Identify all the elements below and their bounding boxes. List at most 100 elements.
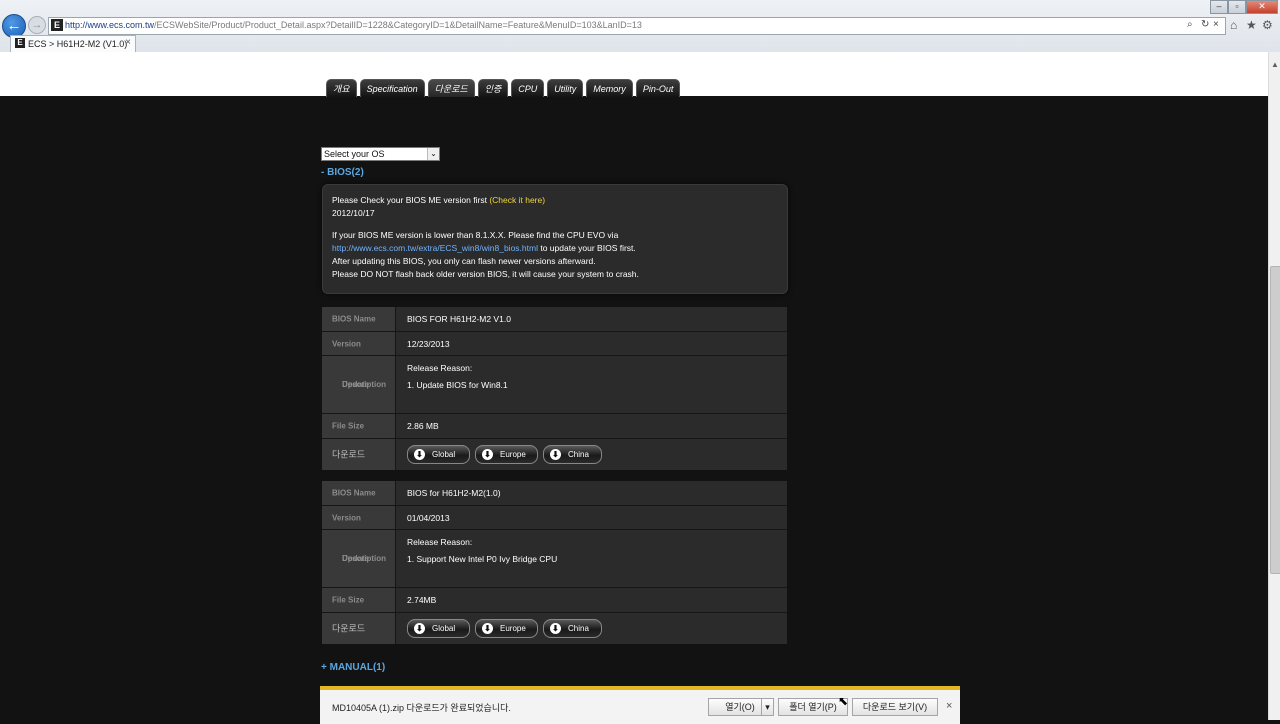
- file-size-label: File Size: [322, 588, 395, 612]
- update-description-label: Update Description: [322, 356, 395, 413]
- search-icon[interactable]: ⌕: [1187, 19, 1193, 30]
- file-size-value: 2.86 MB: [396, 414, 787, 438]
- download-arrow-icon: ⬇: [482, 449, 493, 460]
- download-notification-bar: MD10405A (1).zip 다운로드가 완료되었습니다. 열기(O) ▾ …: [320, 686, 960, 724]
- tab-memory[interactable]: Memory: [586, 79, 633, 97]
- notice-line-1: Please Check your BIOS ME version first …: [332, 195, 545, 205]
- scroll-up-arrow-icon[interactable]: ▲: [1271, 60, 1279, 69]
- download-buttons: ⬇ Global ⬇ Europe ⬇ China: [396, 613, 787, 644]
- tab-certification[interactable]: 인증: [477, 79, 509, 97]
- mouse-cursor-icon: ⬉: [838, 694, 849, 708]
- tab-title: ECS > H61H2-M2 (V1.0): [28, 39, 128, 49]
- bios-entry-2: BIOS Name BIOS for H61H2-M2(1.0) Version…: [322, 481, 787, 644]
- tab-download[interactable]: 다운로드: [427, 79, 475, 97]
- win8-bios-link[interactable]: http://www.ecs.com.tw/extra/ECS_win8/win…: [332, 243, 538, 253]
- bios-name-label: BIOS Name: [322, 307, 395, 331]
- download-china-button[interactable]: ⬇ China: [543, 445, 602, 464]
- bios-row-name: BIOS Name BIOS for H61H2-M2(1.0): [322, 481, 787, 505]
- description-value: Release Reason: 1. Update BIOS for Win8.…: [396, 356, 787, 413]
- site-favicon-icon: E: [51, 19, 63, 31]
- tab-specification[interactable]: Specification: [359, 79, 425, 97]
- view-downloads-button[interactable]: 다운로드 보기(V): [852, 698, 938, 716]
- download-europe-button[interactable]: ⬇ Europe: [475, 445, 538, 464]
- chevron-down-icon: ⌄: [427, 148, 439, 160]
- browser-tab[interactable]: E ECS > H61H2-M2 (V1.0) ×: [10, 35, 136, 52]
- scrollbar-thumb[interactable]: [1270, 266, 1280, 574]
- address-bar[interactable]: E http://www.ecs.com.tw/ECSWebSite/Produ…: [48, 17, 1226, 35]
- tab-utility[interactable]: Utility: [547, 79, 584, 97]
- download-arrow-icon: ⬇: [414, 449, 425, 460]
- tab-favicon-icon: E: [15, 38, 25, 48]
- download-arrow-icon: ⬇: [550, 623, 561, 634]
- description-value: Release Reason: 1. Support New Intel P0 …: [396, 530, 787, 587]
- tab-overview[interactable]: 개요: [326, 79, 357, 97]
- bios-row-file-size: File Size 2.86 MB: [322, 414, 787, 438]
- download-label: 다운로드: [322, 439, 395, 470]
- product-nav-tabs: 개요 Specification 다운로드 인증 CPU Utility Mem…: [326, 79, 681, 97]
- bios-row-name: BIOS Name BIOS FOR H61H2-M2 V1.0: [322, 307, 787, 331]
- download-china-button[interactable]: ⬇ China: [543, 619, 602, 638]
- manual-section-toggle[interactable]: + MANUAL(1): [321, 662, 385, 673]
- download-global-button[interactable]: ⬇ Global: [407, 619, 470, 638]
- bios-notice-box: Please Check your BIOS ME version first …: [322, 184, 788, 294]
- stop-icon[interactable]: ×: [1213, 19, 1219, 30]
- notice-line-6: Please DO NOT flash back older version B…: [332, 269, 639, 279]
- bios-row-version: Version 12/23/2013: [322, 332, 787, 355]
- window-close-button[interactable]: ✕: [1246, 0, 1278, 14]
- notice-line-4-suffix: to update your BIOS first.: [540, 243, 636, 253]
- bios-entry-1: BIOS Name BIOS FOR H61H2-M2 V1.0 Version…: [322, 307, 787, 470]
- download-europe-button[interactable]: ⬇ Europe: [475, 619, 538, 638]
- release-reason-label: Release Reason:: [407, 537, 473, 547]
- version-value: 01/04/2013: [396, 506, 787, 529]
- tab-close-icon[interactable]: ×: [125, 37, 131, 48]
- version-value: 12/23/2013: [396, 332, 787, 355]
- download-label: 다운로드: [322, 613, 395, 644]
- bios-row-description: Update Description Release Reason: 1. Upd…: [322, 356, 787, 413]
- tab-pin-out[interactable]: Pin-Out: [635, 79, 681, 97]
- vertical-scrollbar[interactable]: ▲: [1268, 52, 1280, 720]
- download-global-button[interactable]: ⬇ Global: [407, 445, 470, 464]
- os-select-dropdown[interactable]: Select your OS ⌄: [321, 147, 440, 161]
- notice-check-text: Please Check your BIOS ME version first: [332, 195, 487, 205]
- download-arrow-icon: ⬇: [414, 623, 425, 634]
- url-text[interactable]: http://www.ecs.com.tw/ECSWebSite/Product…: [65, 20, 642, 30]
- release-reason-label: Release Reason:: [407, 363, 473, 373]
- bios-name-label: BIOS Name: [322, 481, 395, 505]
- home-icon[interactable]: ⌂: [1230, 18, 1237, 32]
- version-label: Version: [322, 506, 395, 529]
- bios-name-value: BIOS for H61H2-M2(1.0): [396, 481, 787, 505]
- bios-row-version: Version 01/04/2013: [322, 506, 787, 529]
- bios-section-toggle[interactable]: - BIOS(2): [321, 167, 364, 178]
- refresh-icon[interactable]: ↻: [1201, 19, 1209, 30]
- minimize-button[interactable]: –: [1210, 0, 1228, 14]
- open-options-dropdown[interactable]: ▾: [761, 698, 774, 716]
- version-label: Version: [322, 332, 395, 355]
- favorites-icon[interactable]: ★: [1246, 18, 1257, 32]
- bios-name-value: BIOS FOR H61H2-M2 V1.0: [396, 307, 787, 331]
- download-complete-message: MD10405A (1).zip 다운로드가 완료되었습니다.: [332, 703, 511, 713]
- update-description-label: Update Description: [322, 530, 395, 587]
- download-arrow-icon: ⬇: [482, 623, 493, 634]
- release-reason-text: 1. Update BIOS for Win8.1: [407, 380, 508, 390]
- url-domain: http://www.ecs.com.tw: [65, 20, 155, 30]
- tab-cpu[interactable]: CPU: [511, 79, 545, 97]
- close-icon[interactable]: ×: [946, 700, 952, 712]
- bios-row-file-size: File Size 2.74MB: [322, 588, 787, 612]
- release-reason-text: 1. Support New Intel P0 Ivy Bridge CPU: [407, 554, 558, 564]
- notice-line-4: http://www.ecs.com.tw/extra/ECS_win8/win…: [332, 243, 636, 253]
- maximize-button[interactable]: ▫: [1228, 0, 1246, 14]
- bios-row-download: 다운로드 ⬇ Global ⬇ Europe ⬇ China: [322, 439, 787, 470]
- browser-chrome: ← → E http://www.ecs.com.tw/ECSWebSite/P…: [0, 0, 1280, 53]
- notice-date: 2012/10/17: [332, 208, 375, 218]
- forward-button[interactable]: →: [28, 16, 46, 34]
- tools-gear-icon[interactable]: ⚙: [1262, 18, 1273, 32]
- file-size-label: File Size: [322, 414, 395, 438]
- os-select-value: Select your OS: [324, 149, 385, 159]
- notice-line-3: If your BIOS ME version is lower than 8.…: [332, 230, 619, 240]
- file-size-value: 2.74MB: [396, 588, 787, 612]
- download-arrow-icon: ⬇: [550, 449, 561, 460]
- bios-row-download: 다운로드 ⬇ Global ⬇ Europe ⬇ China: [322, 613, 787, 644]
- download-buttons: ⬇ Global ⬇ Europe ⬇ China: [396, 439, 787, 470]
- bios-row-description: Update Description Release Reason: 1. Sup…: [322, 530, 787, 587]
- check-it-here-link[interactable]: (Check it here): [489, 195, 545, 205]
